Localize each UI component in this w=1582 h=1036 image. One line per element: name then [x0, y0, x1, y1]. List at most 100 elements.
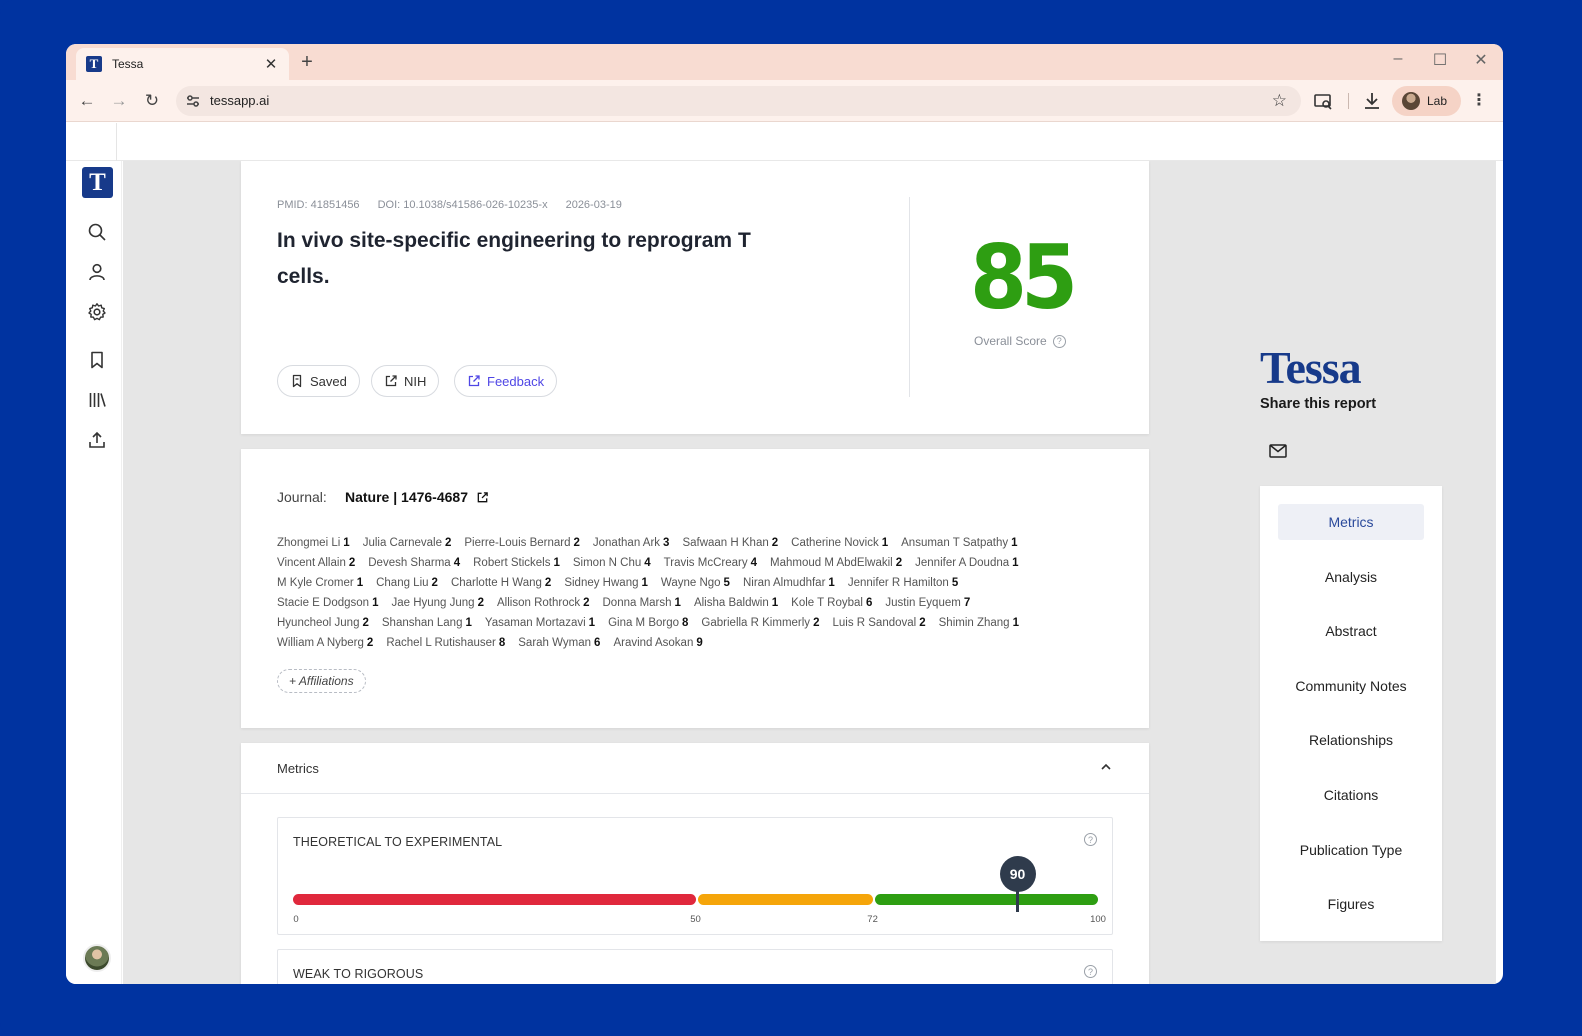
author-label: Allison Rothrock [497, 597, 581, 609]
author-name: Catherine Novick 1 [791, 537, 888, 549]
author-name: Shanshan Lang 1 [382, 617, 472, 629]
download-icon[interactable] [1360, 89, 1384, 113]
affiliation-number: 1 [828, 577, 835, 589]
metric-theoretical-experimental: THEORETICAL TO EXPERIMENTAL ? 90 0 50 72 10… [277, 817, 1113, 935]
browser-tab[interactable]: T Tessa ✕ [76, 48, 289, 80]
saved-button[interactable]: Saved [277, 365, 360, 397]
author-label: M Kyle Cromer [277, 577, 354, 589]
upload-icon[interactable] [87, 430, 107, 450]
metrics-header[interactable]: Metrics [241, 743, 1149, 794]
author-label: Chang Liu [376, 577, 429, 589]
author-name: Robert Stickels 1 [473, 557, 560, 569]
author-label: Pierre-Louis Bernard [464, 537, 571, 549]
site-settings-icon[interactable] [184, 92, 202, 110]
author-name: Kole T Roybal 6 [791, 597, 872, 609]
tessa-logo[interactable]: T [82, 167, 113, 198]
journal-link[interactable]: Nature | 1476-4687 [345, 489, 489, 505]
bookmark-icon[interactable] [87, 350, 107, 370]
nih-button[interactable]: NIH [371, 365, 440, 397]
maximize-icon[interactable]: ☐ [1430, 50, 1450, 70]
help-icon[interactable]: ? [1052, 334, 1066, 348]
nav-publication-type[interactable]: Publication Type [1278, 832, 1424, 868]
author-name: Chang Liu 2 [376, 577, 438, 589]
affiliation-number: 2 [573, 537, 580, 549]
help-icon[interactable]: ? [1084, 833, 1097, 846]
tessa-favicon-icon: T [86, 56, 102, 72]
chevron-up-icon[interactable] [1099, 760, 1113, 774]
affiliation-number: 1 [1012, 617, 1019, 629]
affiliation-number: 2 [895, 557, 903, 569]
author-label: Gabriella R Kimmerly [701, 617, 811, 629]
address-bar[interactable]: tessapp.ai ☆ [176, 86, 1301, 116]
affiliation-number: 1 [1011, 537, 1018, 549]
nav-abstract[interactable]: Abstract [1278, 613, 1424, 649]
bookmark-icon [292, 374, 302, 388]
affiliation-number: 1 [372, 597, 379, 609]
affiliation-number: 7 [963, 597, 971, 609]
new-tab-icon[interactable]: + [296, 51, 318, 74]
window-close-icon[interactable]: ✕ [1471, 50, 1491, 70]
author-label: Ansuman T Satpathy [901, 537, 1009, 549]
nav-community-notes[interactable]: Community Notes [1278, 668, 1424, 704]
nav-citations[interactable]: Citations [1278, 777, 1424, 813]
external-link-icon [468, 375, 480, 387]
share-title: Share this report [1260, 396, 1377, 412]
author-label: Zhongmei Li [277, 537, 341, 549]
feedback-label: Feedback [487, 373, 545, 389]
help-icon[interactable]: ? [1084, 965, 1097, 978]
profile-button[interactable]: Lab [1392, 86, 1461, 116]
author-name: Gabriella R Kimmerly 2 [701, 617, 819, 629]
mail-icon[interactable] [1268, 441, 1288, 461]
minimize-icon[interactable]: – [1388, 50, 1408, 68]
author-label: Justin Eyquem [885, 597, 961, 609]
affiliation-number: 2 [431, 577, 438, 589]
metric-label: WEAK TO RIGOROUS [293, 967, 424, 981]
user-avatar[interactable] [83, 944, 111, 972]
affiliation-number: 2 [919, 617, 926, 629]
metric-scale-bar: 90 [293, 856, 1098, 912]
affiliation-number: 1 [1012, 557, 1019, 569]
affiliation-number: 2 [583, 597, 590, 609]
menu-icon[interactable]: ⋮ [1471, 90, 1487, 110]
author-name: Sarah Wyman 6 [518, 637, 600, 649]
author-label: Kole T Roybal [791, 597, 863, 609]
forward-icon[interactable]: → [108, 90, 130, 112]
author-label: Alisha Baldwin [693, 597, 769, 609]
reload-icon[interactable]: ↻ [141, 90, 163, 112]
author-row: William A Nyberg 2 Rachel L Rutishauser 8 Sa… [277, 637, 1077, 657]
affiliations-button[interactable]: + Affiliations [277, 669, 366, 693]
feedback-button[interactable]: Feedback [454, 365, 558, 397]
search-icon[interactable] [87, 222, 107, 242]
nav-figures[interactable]: Figures [1278, 886, 1424, 922]
affiliation-number: 1 [588, 617, 596, 629]
toolbar-divider [1348, 93, 1349, 109]
author-name: Alisha Baldwin 1 [694, 597, 778, 609]
author-name: Justin Eyquem 7 [885, 597, 970, 609]
author-label: Mahmoud M AbdElwakil [770, 557, 893, 569]
cast-icon[interactable] [1311, 89, 1335, 113]
library-icon[interactable] [87, 390, 107, 410]
author-name: Aravind Asokan 9 [613, 637, 702, 649]
tessa-brand-logo: Tessa [1260, 342, 1362, 393]
paper-title: In vivo site-specific engineering to rep… [277, 229, 751, 288]
author-row: M Kyle Cromer 1 Chang Liu 2 Charlotte H Wang… [277, 577, 1077, 597]
author-label: Shimin Zhang [938, 617, 1010, 629]
author-name: Jennifer R Hamilton 5 [848, 577, 958, 589]
gear-icon[interactable] [87, 302, 107, 322]
close-tab-icon[interactable]: ✕ [263, 55, 279, 73]
back-icon[interactable]: ← [76, 90, 98, 112]
overall-score-value: 85 [969, 227, 1078, 330]
author-name: Rachel L Rutishauser 8 [386, 637, 505, 649]
header-divider [909, 197, 910, 397]
star-icon[interactable]: ☆ [1272, 91, 1287, 111]
author-name: Vincent Allain 2 [277, 557, 355, 569]
nav-metrics[interactable]: Metrics [1278, 504, 1424, 540]
author-name: William A Nyberg 2 [277, 637, 373, 649]
scale-tick-label: 0 [293, 914, 299, 925]
author-label: Shanshan Lang [381, 617, 463, 629]
nav-analysis[interactable]: Analysis [1278, 559, 1424, 595]
nav-relationships[interactable]: Relationships [1278, 722, 1424, 758]
doi: DOI: 10.1038/s41586-026-10235-x [377, 199, 548, 211]
author-row: Hyuncheol Jung 2 Shanshan Lang 1 Yasaman Mor… [277, 617, 1077, 637]
user-icon[interactable] [87, 262, 107, 282]
